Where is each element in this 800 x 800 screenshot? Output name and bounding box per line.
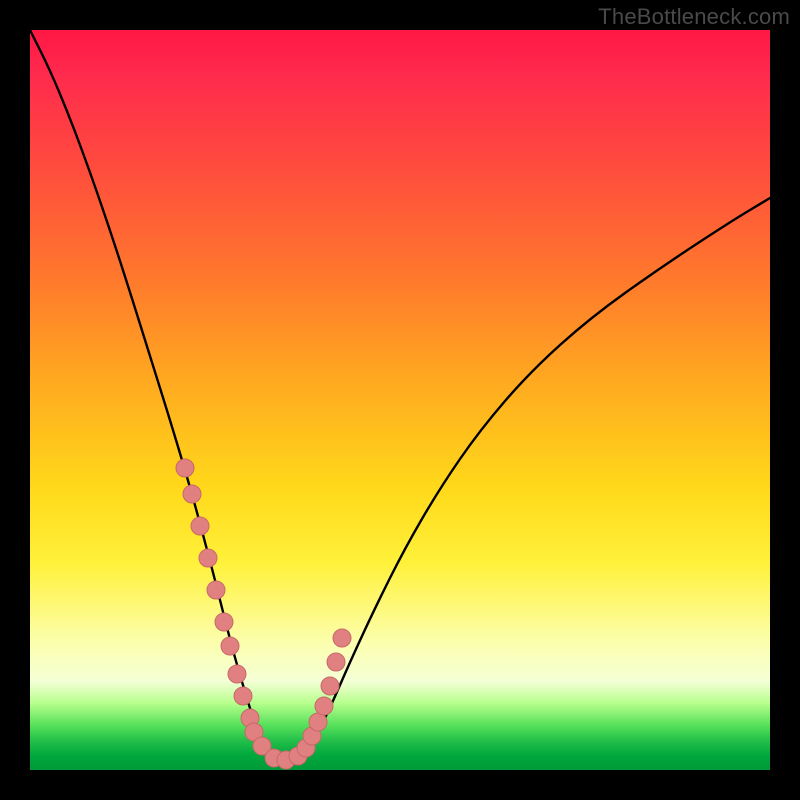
watermark-text: TheBottleneck.com: [598, 4, 790, 30]
highlight-dots: [176, 459, 351, 769]
highlight-dot: [215, 613, 233, 631]
plot-area: [30, 30, 770, 770]
highlight-dot: [309, 713, 327, 731]
highlight-dot: [234, 687, 252, 705]
highlight-dot: [183, 485, 201, 503]
highlight-dot: [228, 665, 246, 683]
highlight-dot: [315, 697, 333, 715]
bottleneck-curve: [30, 30, 770, 762]
highlight-dot: [327, 653, 345, 671]
chart-frame: TheBottleneck.com: [0, 0, 800, 800]
highlight-dot: [321, 677, 339, 695]
curve-layer: [30, 30, 770, 770]
highlight-dot: [207, 581, 225, 599]
highlight-dot: [199, 549, 217, 567]
highlight-dot: [176, 459, 194, 477]
highlight-dot: [191, 517, 209, 535]
highlight-dot: [333, 629, 351, 647]
highlight-dot: [221, 637, 239, 655]
